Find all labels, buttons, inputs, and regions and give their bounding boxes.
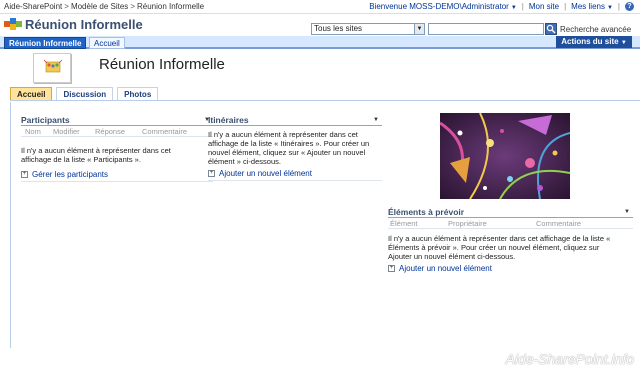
divider: | [521, 2, 524, 11]
webpart-menu-icon[interactable]: ▼ [624, 206, 630, 218]
webpart-title: Éléments à prévoir ▼ [388, 206, 633, 218]
search-icon [546, 24, 556, 34]
empty-list-message: Il n'y a aucun élément à représenter dan… [388, 234, 611, 261]
divider: | [617, 2, 620, 11]
party-photo [440, 113, 570, 199]
site-actions-button[interactable]: Actions du site ▼ [556, 36, 632, 48]
chevron-down-icon: ▼ [606, 5, 613, 11]
column-header[interactable]: Propriétaire [448, 218, 536, 228]
tab-accueil[interactable]: Accueil [10, 87, 53, 101]
my-links-label: Mes liens [571, 2, 605, 11]
search-button[interactable] [545, 23, 557, 35]
watermark-text: Aide-SharePoint.info [505, 351, 634, 367]
tab-photos[interactable]: Photos [117, 87, 159, 101]
site-title[interactable]: Réunion Informelle [25, 17, 143, 32]
party-icon [33, 53, 71, 83]
itineraires-title[interactable]: Itinéraires [208, 115, 249, 125]
manage-participants-label: Gérer les participants [32, 170, 109, 179]
add-itinerary-label: Ajouter un nouvel élément [219, 169, 312, 178]
breadcrumb-separator: > [130, 2, 135, 11]
search-scope-select[interactable]: Tous les sites ▼ [311, 23, 425, 35]
column-header[interactable]: Modifier [53, 126, 95, 136]
add-icon: + [21, 171, 28, 178]
watermark: Aide-SharePoint.info [506, 351, 634, 367]
breadcrumb-item-root[interactable]: Aide-SharePoint [4, 2, 62, 11]
site-logo-icon [4, 18, 22, 30]
empty-list-message: Il n'y a aucun élément à représenter dan… [21, 146, 171, 164]
column-headers: Nom Modifier Réponse Commentaire [21, 126, 213, 137]
empty-list-message: Il n'y a aucun élément à représenter dan… [208, 130, 370, 166]
manage-participants-link[interactable]: + Gérer les participants [21, 170, 213, 182]
participants-webpart: Participants ▼ Nom Modifier Réponse Comm… [21, 114, 213, 182]
top-navigation: Réunion Informelle Accueil Actions du si… [0, 36, 640, 49]
webpart-menu-icon[interactable]: ▼ [373, 114, 379, 126]
page-title: Réunion Informelle [99, 56, 225, 73]
help-icon[interactable]: ? [625, 2, 634, 11]
search-input[interactable] [428, 23, 544, 35]
my-links-menu[interactable]: Mes liens ▼ [571, 2, 613, 11]
column-header[interactable]: Réponse [95, 126, 142, 136]
column-header[interactable]: Nom [21, 126, 53, 136]
elements-webpart: Éléments à prévoir ▼ Élément Propriétair… [388, 206, 633, 273]
column-header[interactable]: Élément [388, 218, 448, 228]
participants-title[interactable]: Participants [21, 115, 70, 125]
add-icon: + [388, 265, 395, 272]
nav-tab-site[interactable]: Réunion Informelle [4, 37, 87, 49]
tab-discussion[interactable]: Discussion [56, 87, 114, 101]
breadcrumb-separator: > [64, 2, 69, 11]
add-itinerary-link[interactable]: + Ajouter un nouvel élément [208, 169, 382, 181]
column-headers: Élément Propriétaire Commentaire [388, 218, 633, 229]
advanced-search-link[interactable]: Recherche avancée [560, 25, 631, 34]
site-actions-label: Actions du site [561, 37, 619, 46]
nav-tab-home[interactable]: Accueil [89, 37, 125, 49]
divider: | [564, 2, 567, 11]
tab-divider [10, 100, 640, 101]
webpart-title: Itinéraires ▼ [208, 114, 382, 126]
chevron-down-icon: ▼ [414, 24, 424, 34]
add-element-label: Ajouter un nouvel élément [399, 264, 492, 273]
breadcrumb: Aide-SharePoint > Modèle de Sites > Réunion … [4, 2, 204, 11]
chevron-down-icon: ▼ [620, 40, 627, 46]
welcome-label: Bienvenue MOSS-DEMO\Administrator [369, 2, 509, 11]
column-header[interactable]: Commentaire [536, 218, 626, 228]
main-content: Participants ▼ Nom Modifier Réponse Comm… [10, 102, 640, 348]
webpart-title: Participants ▼ [21, 114, 213, 126]
search-scope-value: Tous les sites [314, 24, 363, 33]
user-links: Bienvenue MOSS-DEMO\Administrator ▼ | Mon… [369, 2, 634, 11]
itineraires-webpart: Itinéraires ▼ Il n'y a aucun élément à r… [208, 114, 382, 181]
welcome-menu[interactable]: Bienvenue MOSS-DEMO\Administrator ▼ [369, 2, 517, 11]
chevron-down-icon: ▼ [510, 5, 517, 11]
top-bar: Aide-SharePoint > Modèle de Sites > Réunion … [0, 0, 640, 14]
breadcrumb-item-current: Réunion Informelle [136, 2, 205, 11]
breadcrumb-item-templates[interactable]: Modèle de Sites [71, 2, 128, 11]
elements-title[interactable]: Éléments à prévoir [388, 207, 464, 217]
my-site-link[interactable]: Mon site [529, 2, 559, 11]
page-tabs: Accueil Discussion Photos [10, 87, 159, 101]
add-icon: + [208, 170, 215, 177]
column-header[interactable]: Commentaire [142, 126, 202, 136]
add-element-link[interactable]: + Ajouter un nouvel élément [388, 264, 633, 273]
